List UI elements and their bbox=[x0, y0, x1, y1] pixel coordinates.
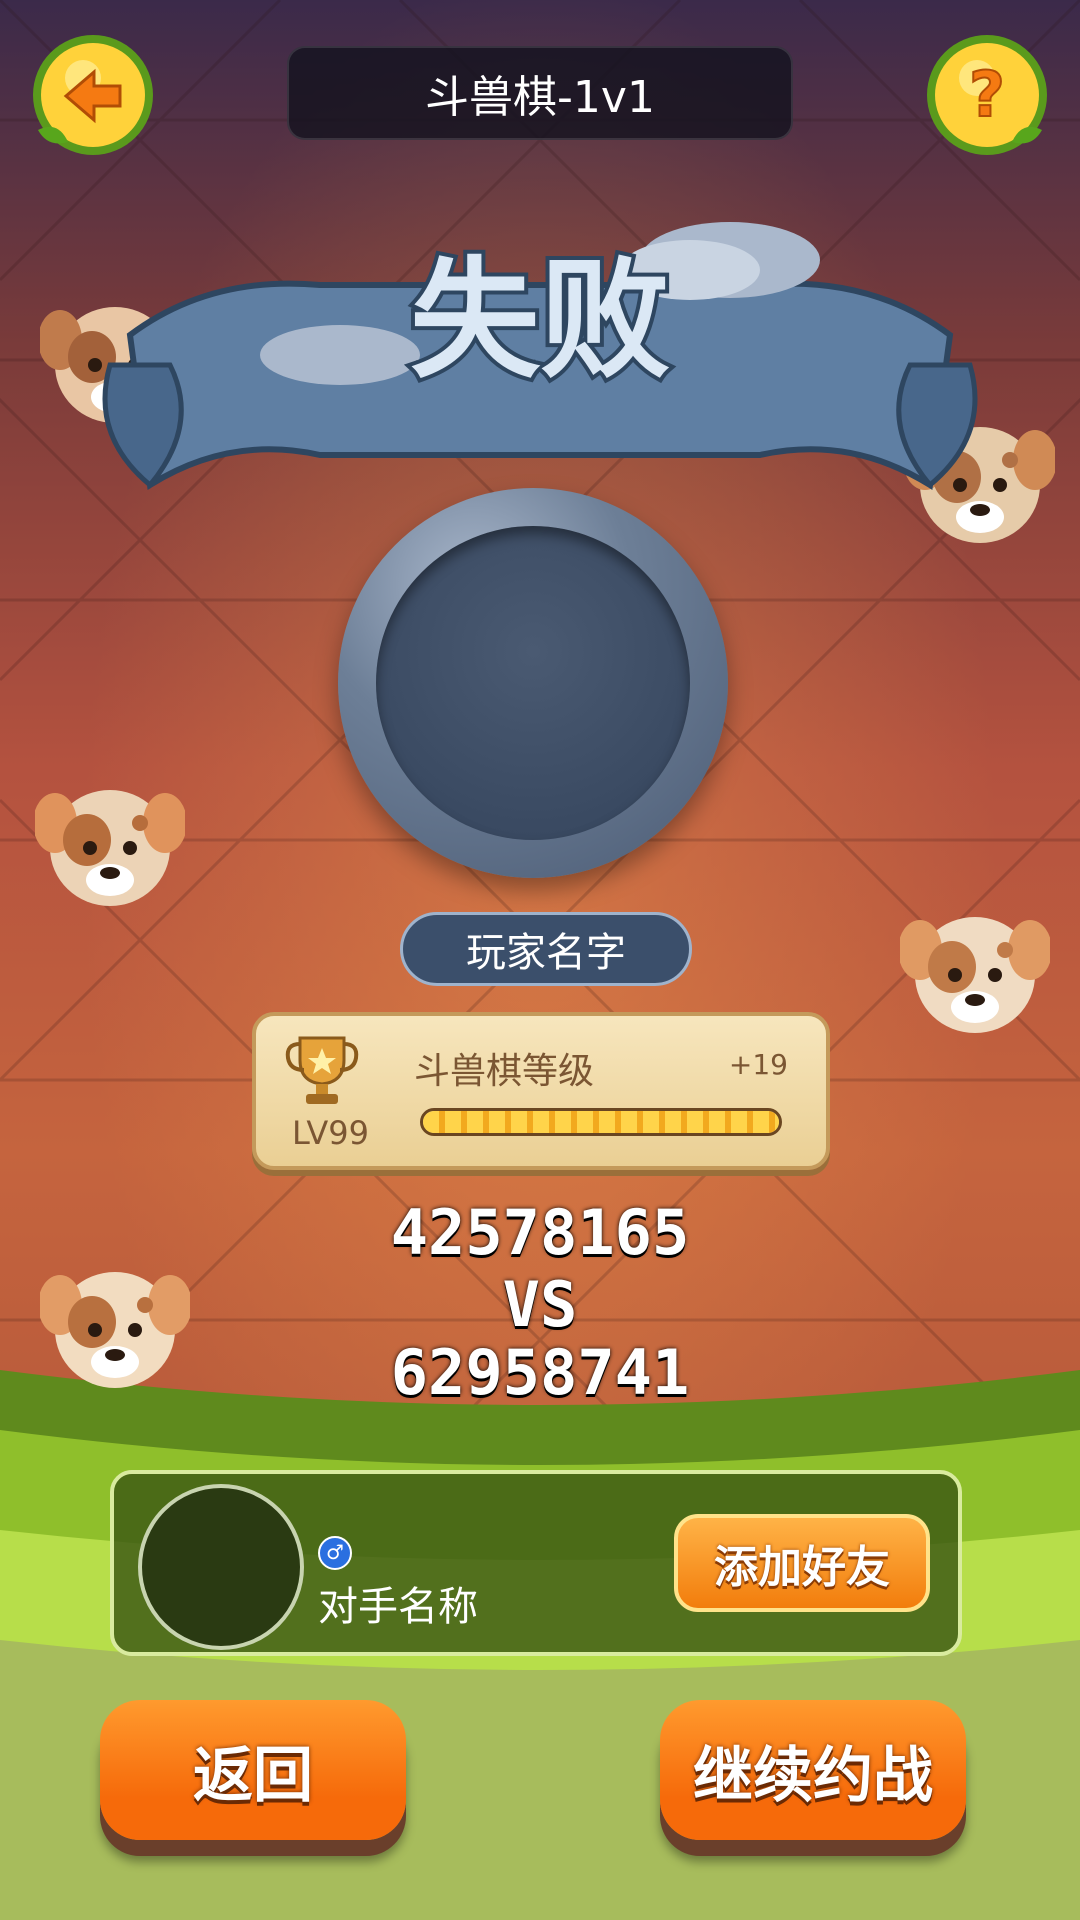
trophy-icon bbox=[285, 1036, 359, 1104]
rank-title: 斗兽棋等级 bbox=[414, 1051, 595, 1092]
player-avatar bbox=[338, 488, 728, 878]
add-friend-button[interactable]: 添加好友 bbox=[674, 1514, 930, 1612]
player-avatar-slot bbox=[376, 526, 690, 840]
help-button[interactable]: ? bbox=[922, 30, 1052, 160]
male-gender-icon: ♂ bbox=[318, 1536, 352, 1570]
back-button[interactable] bbox=[28, 30, 158, 160]
dog-face-decoration bbox=[900, 917, 1050, 1033]
rank-progress-bar bbox=[420, 1108, 782, 1136]
player-name: 玩家名字 bbox=[400, 912, 692, 986]
rank-card: 斗兽棋等级 +19 LV99 bbox=[252, 1012, 830, 1170]
opponent-name: 对手名称 bbox=[318, 1584, 478, 1630]
rank-gain: +19 bbox=[728, 1048, 788, 1081]
opponent-score: 62958741 bbox=[390, 1336, 690, 1409]
svg-text:?: ? bbox=[969, 58, 1005, 131]
opponent-avatar bbox=[138, 1484, 304, 1650]
game-title: 斗兽棋-1v1 bbox=[287, 46, 793, 140]
dog-face-decoration bbox=[35, 790, 185, 906]
question-mark-icon: ? bbox=[927, 35, 1047, 155]
rank-progress-fill bbox=[423, 1111, 779, 1133]
versus-label: VS bbox=[502, 1268, 578, 1341]
back-arrow-icon bbox=[33, 35, 153, 155]
rank-level: LV99 bbox=[292, 1114, 369, 1152]
return-button[interactable]: 返回 bbox=[100, 1700, 406, 1840]
result-text: 失败 bbox=[410, 244, 670, 396]
continue-battle-button[interactable]: 继续约战 bbox=[660, 1700, 966, 1840]
opponent-panel: ♂ 对手名称 添加好友 bbox=[110, 1470, 962, 1656]
player-score: 42578165 bbox=[390, 1196, 690, 1269]
